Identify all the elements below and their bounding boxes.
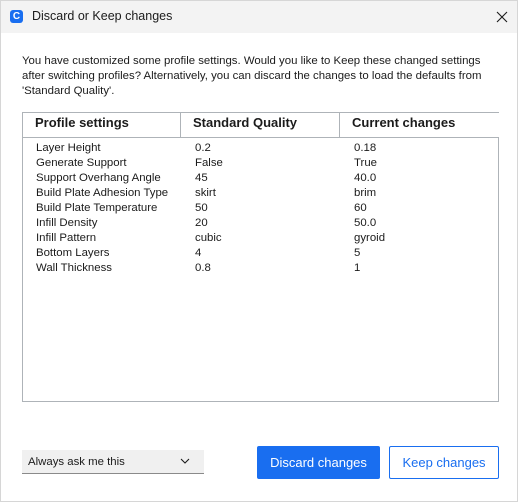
ask-preference-dropdown[interactable]: Always ask me this (22, 450, 204, 474)
table-body[interactable]: Layer Height 0.2 0.18 Generate Support False… (23, 138, 498, 401)
table-row: Build Plate Adhesion Type skirt brim (23, 186, 498, 201)
table-row: Infill Density 20 50.0 (23, 216, 498, 231)
standard-value-cell: skirt (195, 187, 216, 199)
column-header-standard-quality[interactable]: Standard Quality (180, 113, 340, 138)
setting-name-cell: Infill Density (36, 217, 98, 229)
standard-value-cell: 45 (195, 172, 208, 184)
app-icon-letter: C (12, 11, 21, 22)
setting-name-cell: Wall Thickness (36, 262, 112, 274)
standard-value-cell: 0.2 (195, 142, 211, 154)
chevron-down-icon (180, 458, 190, 464)
table-row: Infill Pattern cubic gyroid (23, 231, 498, 246)
standard-value-cell: cubic (195, 232, 222, 244)
app-icon: C (10, 10, 23, 23)
column-header-profile-settings[interactable]: Profile settings (23, 113, 181, 138)
close-button[interactable] (487, 3, 517, 31)
current-value-cell: 1 (354, 262, 361, 274)
current-value-cell: 5 (354, 247, 361, 259)
dropdown-value: Always ask me this (28, 456, 125, 468)
table-row: Bottom Layers 4 5 (23, 246, 498, 261)
table-row: Support Overhang Angle 45 40.0 (23, 171, 498, 186)
setting-name-cell: Bottom Layers (36, 247, 110, 259)
setting-name-cell: Build Plate Temperature (36, 202, 158, 214)
standard-value-cell: 0.8 (195, 262, 211, 274)
current-value-cell: brim (354, 187, 377, 199)
setting-name-cell: Build Plate Adhesion Type (36, 187, 169, 199)
current-value-cell: 60 (354, 202, 367, 214)
standard-value-cell: False (195, 157, 223, 169)
current-value-cell: 0.18 (354, 142, 377, 154)
current-value-cell: True (354, 157, 377, 169)
table-row: Build Plate Temperature 50 60 (23, 201, 498, 216)
dialog-message: You have customized some profile setting… (22, 55, 482, 97)
current-value-cell: gyroid (354, 232, 386, 244)
close-icon (496, 11, 508, 23)
setting-name-cell: Infill Pattern (36, 232, 97, 244)
current-value-cell: 50.0 (354, 217, 377, 229)
window-title: Discard or Keep changes (32, 9, 173, 23)
table-rows: Layer Height 0.2 0.18 Generate Support False… (23, 141, 498, 276)
setting-name-cell: Support Overhang Angle (36, 172, 161, 184)
table-row: Generate Support False True (23, 156, 498, 171)
standard-value-cell: 50 (195, 202, 208, 214)
title-bar: C Discard or Keep changes (1, 1, 517, 33)
standard-value-cell: 20 (195, 217, 208, 229)
dialog-window: C Discard or Keep changes You have custo… (0, 0, 518, 502)
current-value-cell: 40.0 (354, 172, 377, 184)
setting-name-cell: Layer Height (36, 142, 101, 154)
keep-changes-button[interactable]: Keep changes (389, 446, 499, 479)
table-header: Profile settings Standard Quality Curren… (23, 113, 499, 138)
table-row: Wall Thickness 0.8 1 (23, 261, 498, 276)
table-row: Layer Height 0.2 0.18 (23, 141, 498, 156)
setting-name-cell: Generate Support (36, 157, 127, 169)
settings-table: Profile settings Standard Quality Curren… (22, 112, 499, 402)
discard-changes-button[interactable]: Discard changes (257, 446, 380, 479)
standard-value-cell: 4 (195, 247, 202, 259)
column-header-current-changes[interactable]: Current changes (339, 113, 499, 138)
